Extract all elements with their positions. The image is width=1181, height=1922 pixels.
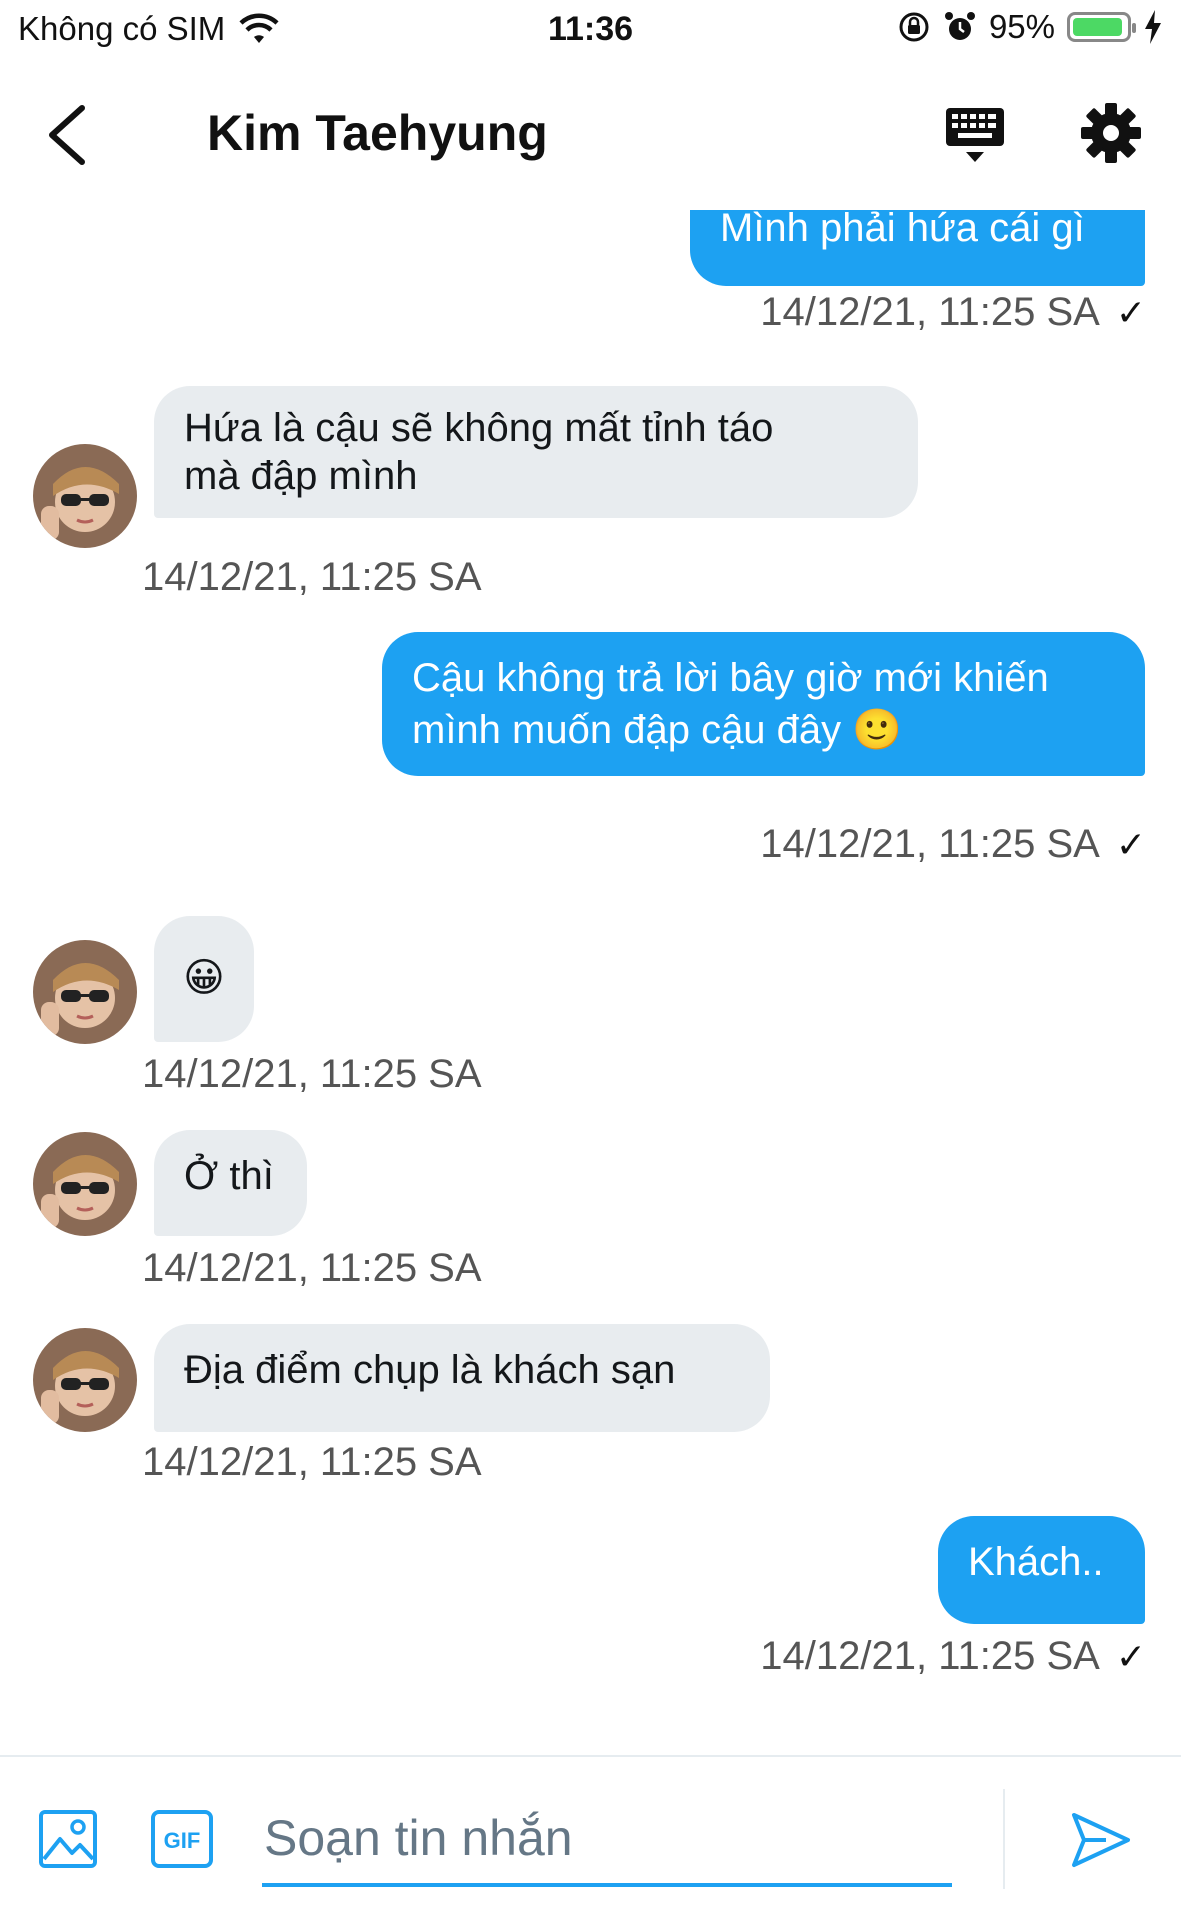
orientation-lock-icon <box>899 12 929 42</box>
conversation-header: Kim Taehyung <box>0 60 1181 210</box>
avatar[interactable] <box>33 1328 137 1432</box>
message-composer: GIF <box>0 1755 1181 1922</box>
message-text: Mình phải hứa cái gì <box>720 210 1085 250</box>
message-bubble-outgoing[interactable]: Mình phải hứa cái gì <box>690 210 1145 286</box>
read-check-icon: ✓ <box>1115 824 1146 865</box>
message-timestamp: 14/12/21, 11:25 SA <box>142 1440 482 1484</box>
message-list[interactable]: Mình phải hứa cái gì 14/12/21, 11:25 SA ✓… <box>0 210 1181 1750</box>
read-check-icon: ✓ <box>1115 1636 1146 1677</box>
message-input[interactable] <box>262 1793 952 1887</box>
timestamp-text: 14/12/21, 11:25 SA <box>760 822 1100 866</box>
message-timestamp: 14/12/21, 11:25 SA <box>142 1246 482 1290</box>
avatar[interactable] <box>33 940 137 1044</box>
message-timestamp: 14/12/21, 11:25 SA <box>142 1052 482 1096</box>
avatar-photo <box>33 940 137 1044</box>
avatar-photo <box>33 444 137 548</box>
message-timestamp: 14/12/21, 11:25 SA ✓ <box>760 822 1146 867</box>
message-line: mình muốn đập cậu đây 🙂 <box>412 708 903 752</box>
emoji-grin: 😀 <box>183 956 225 1000</box>
status-bar: Không có SIM 11:36 95% <box>0 0 1181 60</box>
message-timestamp: 14/12/21, 11:25 SA ✓ <box>760 290 1146 335</box>
avatar[interactable] <box>33 444 137 548</box>
status-right: 95% <box>897 8 1163 46</box>
read-check-icon: ✓ <box>1115 292 1146 333</box>
message-text: Khách.. <box>968 1540 1104 1584</box>
timestamp-text: 14/12/21, 11:25 SA <box>760 1634 1100 1678</box>
message-bubble-outgoing[interactable]: Khách.. <box>938 1516 1145 1624</box>
gif-icon: GIF <box>151 1810 213 1868</box>
image-icon[interactable] <box>38 1809 98 1869</box>
avatar-photo <box>33 1132 137 1236</box>
message-line: Hứa là cậu sẽ không mất tỉnh táo <box>184 406 774 450</box>
message-bubble-incoming[interactable]: Ở thì <box>154 1130 307 1236</box>
message-bubble-outgoing[interactable]: Cậu không trả lời bây giờ mới khiến mình… <box>382 632 1145 776</box>
charging-bolt-icon <box>1145 10 1161 44</box>
conversation-title: Kim Taehyung <box>207 105 548 161</box>
message-timestamp: 14/12/21, 11:25 SA <box>142 555 482 599</box>
battery-icon <box>1067 12 1136 42</box>
composer-divider <box>1003 1789 1005 1889</box>
gear-icon[interactable] <box>1080 102 1142 164</box>
message-bubble-incoming[interactable]: Địa điểm chụp là khách sạn <box>154 1324 770 1432</box>
message-text: Ở thì <box>184 1154 274 1198</box>
message-timestamp: 14/12/21, 11:25 SA ✓ <box>760 1634 1146 1679</box>
message-text: Địa điểm chụp là khách sạn <box>184 1348 676 1392</box>
keyboard-icon[interactable] <box>944 106 1006 166</box>
timestamp-text: 14/12/21, 11:25 SA <box>760 290 1100 334</box>
gif-label: GIF <box>164 1828 201 1853</box>
avatar[interactable] <box>33 1132 137 1236</box>
send-icon[interactable] <box>1070 1809 1132 1871</box>
message-line: mà đập mình <box>184 454 418 498</box>
message-bubble-incoming[interactable]: 😀 <box>154 916 254 1042</box>
message-bubble-incoming[interactable]: Hứa là cậu sẽ không mất tỉnh táo mà đập … <box>154 386 918 518</box>
chevron-left-icon[interactable] <box>40 100 100 170</box>
message-line: Cậu không trả lời bây giờ mới khiến <box>412 656 1049 700</box>
alarm-icon <box>944 12 975 40</box>
gif-button[interactable]: GIF <box>150 1809 214 1869</box>
avatar-photo <box>33 1328 137 1432</box>
battery-percent: 95% <box>988 8 1055 45</box>
